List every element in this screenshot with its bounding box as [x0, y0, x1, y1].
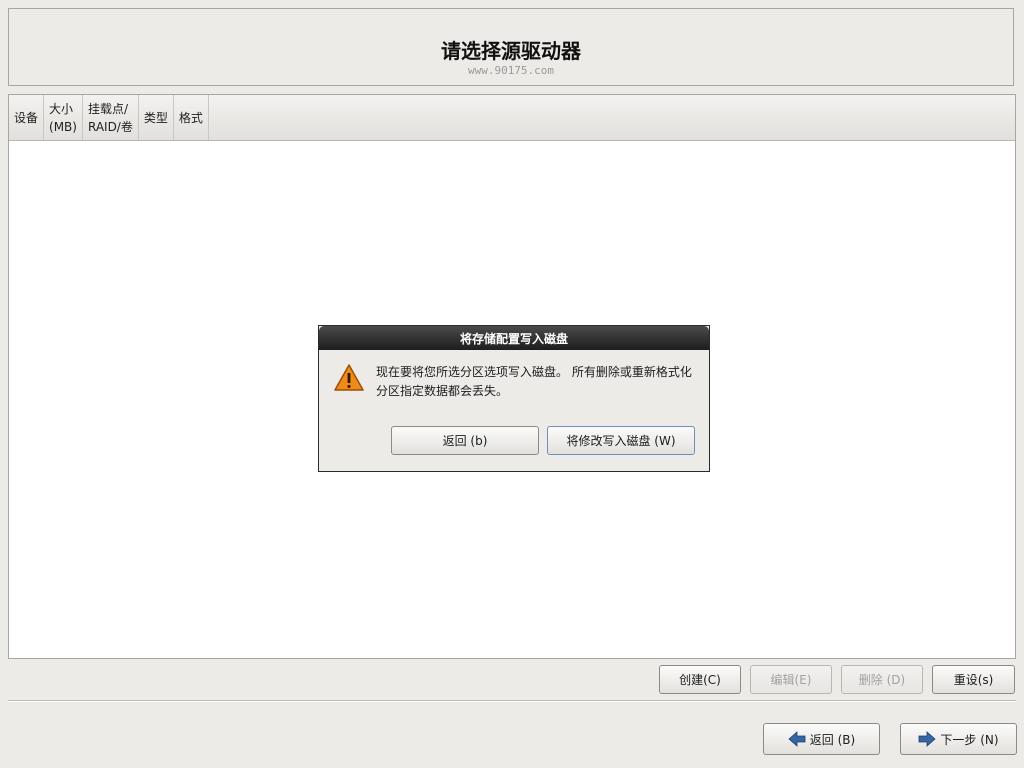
column-header-type[interactable]: 类型: [139, 95, 174, 140]
column-header-format[interactable]: 格式: [174, 95, 209, 140]
page-title: 请选择源驱动器: [441, 39, 581, 63]
back-button[interactable]: 返回 (B): [763, 723, 880, 755]
reset-button[interactable]: 重设(s): [932, 665, 1015, 694]
separator: [8, 700, 1016, 702]
next-button[interactable]: 下一步 (N): [900, 723, 1017, 755]
table-header: 设备 大小 (MB) 挂载点/ RAID/卷 类型 格式: [9, 95, 1015, 141]
column-header-device[interactable]: 设备: [9, 95, 45, 140]
dialog-back-button[interactable]: 返回 (b): [391, 426, 539, 455]
next-button-label: 下一步 (N): [940, 732, 999, 747]
column-header-mount[interactable]: 挂载点/ RAID/卷: [83, 95, 139, 140]
dialog-title: 将存储配置写入磁盘: [319, 326, 709, 350]
create-button[interactable]: 创建(C): [659, 665, 741, 694]
next-arrow-icon: [919, 731, 937, 747]
watermark-text: www.90175.com: [467, 64, 555, 77]
edit-button[interactable]: 编辑(E): [750, 665, 832, 694]
write-to-disk-dialog: 将存储配置写入磁盘 现在要将您所选分区选项写入磁盘。 所有删除或重新格式化分区指…: [318, 325, 710, 472]
warning-icon: [334, 364, 364, 391]
header-panel: 请选择源驱动器 www.90175.com: [8, 8, 1014, 86]
column-header-size[interactable]: 大小 (MB): [44, 95, 83, 140]
back-button-label: 返回 (B): [809, 732, 856, 747]
back-arrow-icon: [788, 731, 806, 747]
delete-button[interactable]: 删除 (D): [841, 665, 923, 694]
write-changes-button[interactable]: 将修改写入磁盘 (W): [547, 426, 695, 455]
dialog-message: 现在要将您所选分区选项写入磁盘。 所有删除或重新格式化分区指定数据都会丢失。: [376, 365, 692, 398]
